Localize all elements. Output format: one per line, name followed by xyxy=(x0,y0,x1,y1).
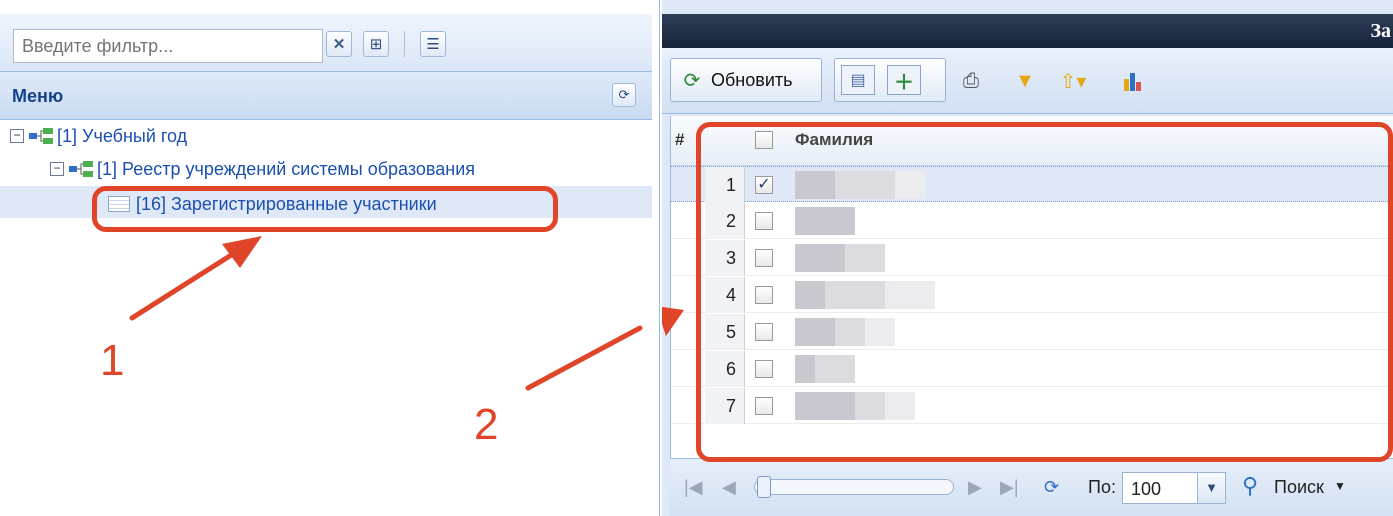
navigation-panel: ✕ ⊞ ☰ Меню ⟳ − [1] Учебный год − [1] Рее… xyxy=(0,0,660,516)
records-panel: За ⟳ Обновить ▤ ＋ ⎙ ▼ ⇧▾ # Фамилия 1 ✓ 2 3 4… xyxy=(662,0,1393,516)
annotation-arrowhead-2 xyxy=(662,306,684,336)
annotation-arrow-2 xyxy=(525,325,643,391)
